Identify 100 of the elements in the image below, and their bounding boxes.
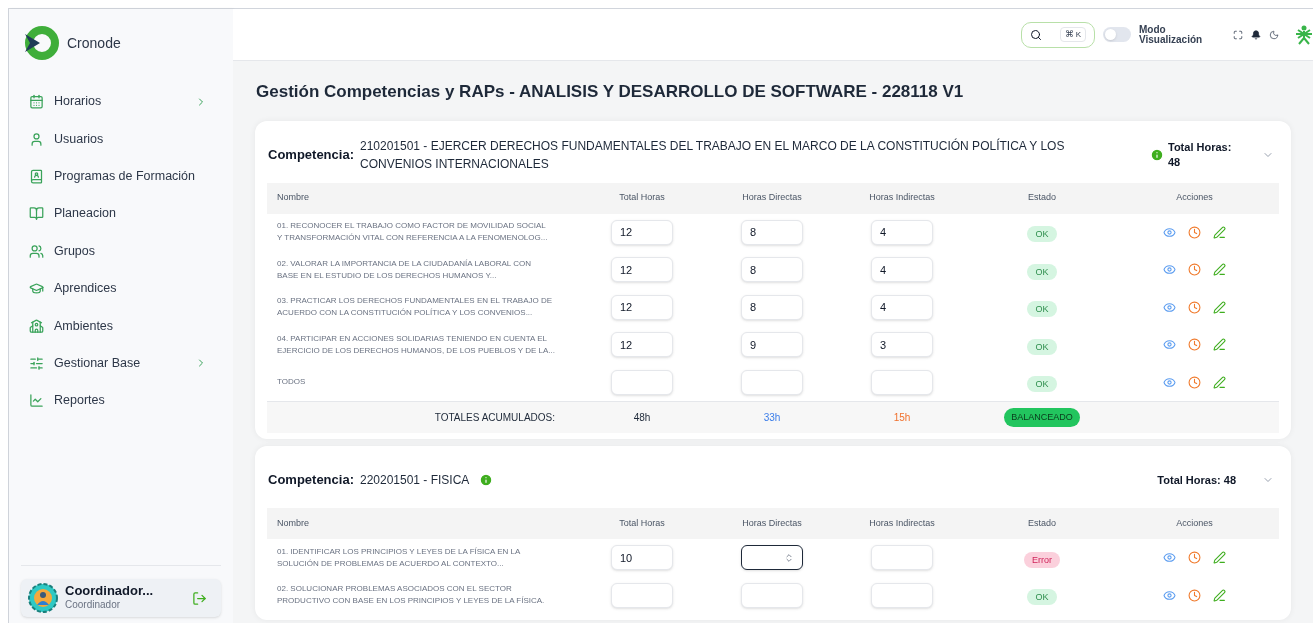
hours-field[interactable]: 4	[871, 219, 933, 245]
view-icon[interactable]	[1163, 551, 1176, 565]
status-badge: OK	[1027, 589, 1057, 606]
hours-field[interactable]: 12	[611, 257, 673, 283]
moon-icon[interactable]	[1269, 29, 1279, 40]
hours-field[interactable]: 4	[871, 257, 933, 283]
rap-name: 02. VALORAR LA IMPORTANCIA DE LA CIUDADANÍA LABORAL CON BASE EN EL ESTUDIO DE LOS DERECHOS HUMANOS Y...	[276, 257, 532, 282]
info-icon	[479, 473, 494, 487]
edit-icon[interactable]	[1213, 551, 1226, 565]
competencia-title: 220201501 - FISICA	[359, 472, 470, 489]
column-header: Horas Indirectas	[869, 516, 935, 530]
clock-icon[interactable]	[1188, 551, 1201, 565]
rap-name: 01. RECONOCER EL TRABAJO COMO FACTOR DE MOVILIDAD SOCIAL Y TRANSFORMACIÓN VITAL CON REFERENCIA A LA FENOMENOLOG...	[276, 220, 549, 245]
mode-switch[interactable]	[1103, 27, 1131, 42]
shortcut-key: ⌘ K	[1059, 26, 1086, 43]
view-icon[interactable]	[1163, 338, 1176, 352]
info-icon	[1150, 147, 1164, 162]
search-button[interactable]: ⌘ K	[1020, 21, 1095, 48]
rap-name: 01. IDENTIFICAR LOS PRINCIPIOS Y LEYES DE LA FÍSICA EN LA SOLUCIÓN DE PROBLEMAS DE ACUERDO AL CONTEXTO...	[276, 545, 522, 570]
competencia-label: Competencia:	[268, 471, 354, 490]
view-icon[interactable]	[1163, 225, 1176, 239]
nav-item[interactable]: Grupos	[29, 232, 207, 270]
nav-icon	[29, 206, 44, 222]
logo-icon	[23, 25, 59, 61]
nav-icon	[29, 94, 44, 110]
total-hours: Total Horas: 48	[1168, 139, 1233, 170]
nav-item[interactable]: Programas de Formación	[29, 157, 207, 196]
clock-icon[interactable]	[1188, 588, 1201, 602]
hours-field[interactable]: 12	[611, 219, 673, 245]
clock-icon[interactable]	[1188, 300, 1201, 314]
column-header: Acciones	[1176, 516, 1213, 530]
hours-field[interactable]: 8	[741, 294, 803, 320]
app-name: Cronode	[67, 33, 121, 53]
edit-icon[interactable]	[1213, 263, 1226, 277]
column-header: Horas Directas	[742, 516, 802, 530]
page-title: Gestión Competencias y RAPs - ANALISIS Y DESARROLLO DE SOFTWARE - 228118 V1	[255, 81, 965, 103]
view-icon[interactable]	[1163, 300, 1176, 314]
edit-icon[interactable]	[1213, 588, 1226, 602]
competencia-label: Competencia:	[268, 145, 354, 164]
nav-item[interactable]: Aprendices	[29, 269, 207, 308]
nav-item[interactable]: Reportes	[29, 382, 207, 420]
nav-icon	[29, 393, 44, 409]
column-header: Total Horas	[619, 191, 665, 205]
nav-icon	[29, 168, 44, 184]
column-header: Acciones	[1176, 191, 1213, 205]
hours-field[interactable]: 4	[871, 294, 933, 320]
status-badge: OK	[1027, 263, 1057, 280]
hours-field[interactable]: 12	[611, 332, 673, 358]
clock-icon[interactable]	[1188, 375, 1201, 389]
status-badge: Error	[1024, 551, 1060, 568]
indirect-hours-sum: 15h	[893, 411, 911, 425]
column-header: Estado	[1028, 516, 1056, 530]
nav-icon	[29, 281, 44, 297]
status-badge: OK	[1027, 338, 1057, 355]
search-icon	[1029, 28, 1042, 41]
nav-item[interactable]: Ambientes	[29, 307, 207, 345]
nav-icon	[29, 131, 44, 147]
view-icon[interactable]	[1163, 375, 1176, 389]
rap-name: TODOS	[276, 376, 307, 389]
view-icon[interactable]	[1163, 588, 1176, 602]
mode-label: Modo Visualización	[1139, 24, 1204, 45]
clock-icon[interactable]	[1188, 263, 1201, 277]
clock-icon[interactable]	[1188, 225, 1201, 239]
nav-item[interactable]: Horarios	[29, 83, 207, 121]
status-badge: OK	[1027, 226, 1057, 243]
fullscreen-icon[interactable]	[1233, 29, 1243, 40]
nav-icon	[29, 243, 44, 259]
status-badge: OK	[1027, 376, 1057, 393]
nav-item[interactable]: Usuarios	[29, 120, 207, 158]
edit-icon[interactable]	[1213, 338, 1226, 352]
hours-field[interactable]: 8	[741, 219, 803, 245]
clock-icon[interactable]	[1188, 338, 1201, 352]
competencia-title: 210201501 - EJERCER DERECHOS FUNDAMENTALES DEL TRABAJO EN EL MARCO DE LA CONSTITUCIÓN POLÍTICA Y LOS CONVENIOS INTERNACIONALES	[359, 137, 1066, 173]
user-card[interactable]: Coordinador... Coordinador	[21, 579, 221, 617]
total-hours-sum: 48h	[633, 411, 651, 425]
rap-name: 04. PARTICIPAR EN ACCIONES SOLIDARIAS TENIENDO EN CUENTA EL EJERCICIO DE LOS DERECHOS HUMANOS, DE LOS PUEBLOS Y DE LA...	[276, 332, 556, 357]
hours-field[interactable]: 9	[741, 332, 803, 358]
hours-field[interactable]	[741, 545, 803, 571]
logout-icon[interactable]	[192, 590, 207, 606]
bell-icon[interactable]	[1251, 29, 1261, 40]
edit-icon[interactable]	[1213, 225, 1226, 239]
status-badge: OK	[1027, 301, 1057, 318]
avatar-icon	[27, 582, 59, 614]
nav-item[interactable]: Gestionar Base	[29, 344, 207, 383]
nav-icon	[29, 355, 44, 371]
nav-item[interactable]: Planeacion	[29, 195, 207, 233]
column-header: Total Horas	[619, 516, 665, 530]
view-icon[interactable]	[1163, 263, 1176, 277]
hours-field[interactable]: 8	[741, 257, 803, 283]
person-logo-icon	[1295, 24, 1313, 45]
hours-field[interactable]: 12	[611, 294, 673, 320]
hours-field[interactable]: 10	[611, 545, 673, 571]
hours-field[interactable]: 3	[871, 332, 933, 358]
user-name: Coordinador...	[65, 584, 155, 598]
nav-icon	[29, 318, 44, 334]
edit-icon[interactable]	[1213, 300, 1226, 314]
edit-icon[interactable]	[1213, 375, 1226, 389]
spinner-icon[interactable]	[784, 552, 794, 563]
column-header: Estado	[1028, 191, 1056, 205]
rap-name: 03. PRACTICAR LOS DERECHOS FUNDAMENTALES EN EL TRABAJO DE ACUERDO CON LA CONSTITUCIÓN POLÍTICA Y LOS CONVENIOS...	[276, 295, 554, 320]
